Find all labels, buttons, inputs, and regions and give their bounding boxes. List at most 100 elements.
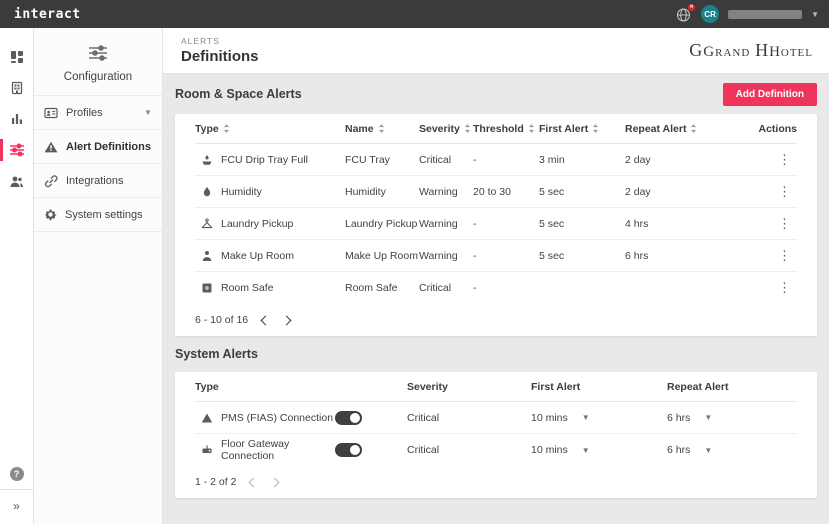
type-cell: FCU Drip Tray Full [195,154,345,166]
severity-cell: Critical [407,412,531,424]
rail-bottom: ?» [0,467,33,524]
column-header-repeat-alert: Repeat Alert [667,381,797,393]
integrations-icon [44,174,58,188]
first-alert-dropdown[interactable]: 10 mins ▼ [531,412,667,424]
column-header-actions: Actions [755,123,797,135]
chevron-down-icon: ▼ [582,446,590,455]
table-row: Room SafeRoom SafeCritical-⋮ [195,272,797,304]
sliders-icon [87,44,109,62]
language-globe-icon[interactable]: ✕ [675,6,692,23]
person-icon [201,250,213,262]
repeat-alert-dropdown[interactable]: 6 hrs▼ [667,444,797,456]
severity-cell: Critical [419,154,473,166]
hanger-icon [201,218,213,230]
column-label: Severity [419,123,460,135]
toggle-cell [335,411,407,425]
chevron-down-icon: ▼ [144,108,152,117]
first-alert-cell: 5 sec [539,186,625,198]
help-button[interactable]: ? [10,467,24,481]
system-next-page-icon[interactable] [270,477,280,487]
dropdown-value: 6 hrs [667,444,690,456]
rail-item-dashboard[interactable] [0,42,34,72]
repeat-alert-dropdown[interactable]: 6 hrs▼ [667,412,797,424]
room-alerts-pagination: 6 - 10 of 16 [195,304,797,336]
room-alerts-section-title: Room & Space Alerts [175,87,302,101]
row-actions-menu-icon[interactable]: ⋮ [755,248,797,264]
system-alerts-table: TypeSeverityFirst AlertRepeat Alert PMS … [175,372,817,498]
toggle-cell [335,443,407,457]
enable-toggle[interactable] [335,411,362,425]
severity-cell: Warning [419,186,473,198]
type-label: Laundry Pickup [221,218,293,230]
column-header-type[interactable]: Type [195,123,345,135]
sidebar-item-alert-definitions[interactable]: Alert Definitions [34,130,162,164]
row-actions-menu-icon[interactable]: ⋮ [755,216,797,232]
threshold-cell: - [473,218,539,230]
first-alert-cell: 5 sec [539,218,625,230]
sidebar-item-profiles[interactable]: Profiles ▼ [34,96,162,130]
rail-divider [0,489,33,490]
first-alert-dropdown[interactable]: 10 mins▼ [531,444,667,456]
app-logo[interactable]: interact [14,7,81,22]
type-cell: Room Safe [195,282,345,294]
column-header-first-alert[interactable]: First Alert [539,123,625,135]
sites-icon [10,81,24,95]
table-row: PMS (FIAS) Connection Critical10 mins ▼ 6 h… [195,402,797,434]
enable-toggle[interactable] [335,443,362,457]
sort-icon [223,124,230,133]
row-actions-menu-icon[interactable]: ⋮ [755,152,797,168]
rail-item-reports[interactable] [0,104,34,134]
severity-cell: Critical [419,282,473,294]
repeat-alert-cell: 6 hrs [625,250,755,262]
threshold-cell: - [473,282,539,294]
row-actions-menu-icon[interactable]: ⋮ [755,184,797,200]
avatar[interactable]: CR [701,5,719,23]
column-label: First Alert [531,381,580,393]
globe-alert-badge: ✕ [688,4,695,11]
type-label: Room Safe [221,282,274,294]
type-cell: Make Up Room [195,250,345,262]
safe-icon [201,282,213,294]
system-alerts-pagination: 1 - 2 of 2 [195,466,797,498]
chevron-down-icon: ▼ [582,413,590,422]
sidebar-title: Configuration [64,71,132,83]
sidebar-item-label: Integrations [66,175,152,187]
expand-sidebar-button[interactable]: » [0,494,33,518]
user-menu-chevron-down-icon[interactable]: ▼ [811,10,819,19]
column-label: Repeat Alert [667,381,728,393]
sidebar-item-label: System settings [65,209,152,221]
column-header-type: Type [195,381,335,393]
sort-icon [378,124,385,133]
column-header-severity[interactable]: Severity [419,123,473,135]
row-actions-menu-icon[interactable]: ⋮ [755,280,797,296]
system-settings-icon [44,208,57,221]
profiles-icon [44,107,58,119]
user-name-redacted [728,10,802,19]
sidebar-item-system-settings[interactable]: System settings [34,198,162,232]
sidebar-header: Configuration [34,28,162,96]
sidebar-item-integrations[interactable]: Integrations [34,164,162,198]
type-label: Make Up Room [221,250,294,262]
sidebar-item-label: Profiles [66,107,136,119]
add-definition-button[interactable]: Add Definition [723,83,817,106]
rail-item-sites[interactable] [0,73,34,103]
column-label: Type [195,381,219,393]
table-row: Floor Gateway ConnectionCritical10 mins▼… [195,434,797,466]
column-header-threshold[interactable]: Threshold [473,123,539,135]
table-row: HumidityHumidityWarning20 to 305 sec2 da… [195,176,797,208]
table-row: FCU Drip Tray FullFCU TrayCritical-3 min… [195,144,797,176]
table-row: Laundry PickupLaundry PickupWarning-5 se… [195,208,797,240]
room-next-page-icon[interactable] [282,315,292,325]
severity-cell: Critical [407,444,531,456]
system-prev-page-icon[interactable] [249,477,259,487]
dropdown-value: 10 mins [531,412,568,424]
column-header-name[interactable]: Name [345,123,419,135]
rail-item-users[interactable] [0,166,34,196]
type-cell: PMS (FIAS) Connection [195,412,335,424]
type-cell: Humidity [195,186,345,198]
rail-item-configuration[interactable] [0,135,34,165]
repeat-alert-cell: 4 hrs [625,218,755,230]
room-prev-page-icon[interactable] [261,315,271,325]
column-header-first-alert: First Alert [531,381,667,393]
column-header-repeat-alert[interactable]: Repeat Alert [625,123,755,135]
